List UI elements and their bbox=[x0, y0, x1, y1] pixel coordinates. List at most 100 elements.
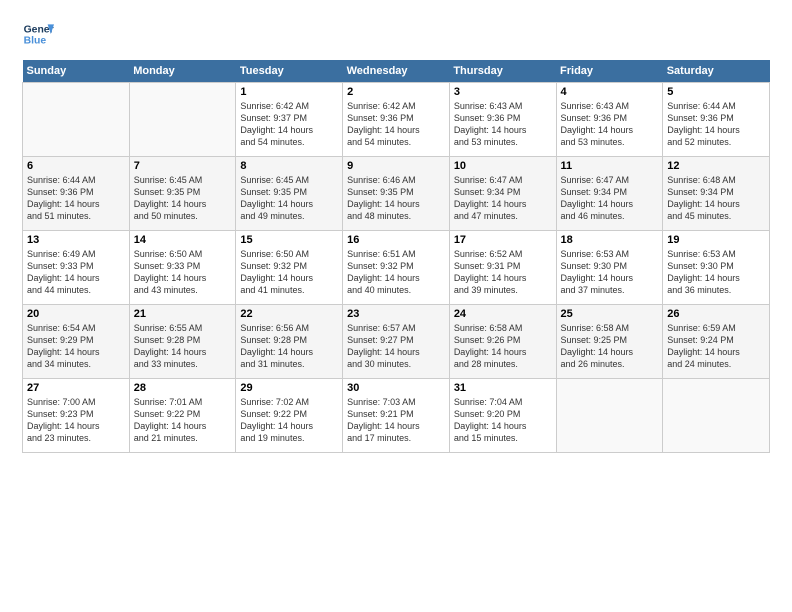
day-number: 2 bbox=[347, 86, 445, 98]
day-info: Sunrise: 6:50 AM Sunset: 9:33 PM Dayligh… bbox=[134, 248, 232, 297]
calendar-cell: 29 Sunrise: 7:02 AM Sunset: 9:22 PM Dayli… bbox=[236, 379, 343, 453]
calendar-cell: 17 Sunrise: 6:52 AM Sunset: 9:31 PM Dayli… bbox=[449, 231, 556, 305]
week-row-0: 1Sunrise: 6:42 AM Sunset: 9:37 PM Daylig… bbox=[23, 83, 770, 157]
calendar-cell bbox=[23, 83, 130, 157]
calendar-body: 1Sunrise: 6:42 AM Sunset: 9:37 PM Daylig… bbox=[23, 83, 770, 453]
day-info: Sunrise: 6:46 AM Sunset: 9:35 PM Dayligh… bbox=[347, 174, 445, 223]
calendar-cell: 13 Sunrise: 6:49 AM Sunset: 9:33 PM Dayli… bbox=[23, 231, 130, 305]
calendar-cell: 11 Sunrise: 6:47 AM Sunset: 9:34 PM Dayli… bbox=[556, 157, 663, 231]
day-info: Sunrise: 6:47 AM Sunset: 9:34 PM Dayligh… bbox=[561, 174, 659, 223]
day-info: Sunrise: 6:47 AM Sunset: 9:34 PM Dayligh… bbox=[454, 174, 552, 223]
day-number: 5 bbox=[667, 86, 765, 98]
day-number: 16 bbox=[347, 234, 445, 246]
header-tuesday: Tuesday bbox=[236, 60, 343, 83]
calendar-cell: 8 Sunrise: 6:45 AM Sunset: 9:35 PM Daylig… bbox=[236, 157, 343, 231]
day-info: Sunrise: 6:54 AM Sunset: 9:29 PM Dayligh… bbox=[27, 322, 125, 371]
calendar-cell: 14 Sunrise: 6:50 AM Sunset: 9:33 PM Dayli… bbox=[129, 231, 236, 305]
day-info: Sunrise: 7:03 AM Sunset: 9:21 PM Dayligh… bbox=[347, 396, 445, 445]
logo: General Blue bbox=[22, 18, 54, 50]
day-info: Sunrise: 6:42 AM Sunset: 9:36 PM Dayligh… bbox=[347, 100, 445, 149]
day-info: Sunrise: 6:53 AM Sunset: 9:30 PM Dayligh… bbox=[561, 248, 659, 297]
day-number: 22 bbox=[240, 308, 338, 320]
day-number: 21 bbox=[134, 308, 232, 320]
calendar-cell bbox=[556, 379, 663, 453]
calendar-cell: 12 Sunrise: 6:48 AM Sunset: 9:34 PM Dayli… bbox=[663, 157, 770, 231]
calendar-cell: 9 Sunrise: 6:46 AM Sunset: 9:35 PM Daylig… bbox=[343, 157, 450, 231]
week-row-1: 6Sunrise: 6:44 AM Sunset: 9:36 PM Daylig… bbox=[23, 157, 770, 231]
day-number: 7 bbox=[134, 160, 232, 172]
day-number: 11 bbox=[561, 160, 659, 172]
calendar-cell: 30 Sunrise: 7:03 AM Sunset: 9:21 PM Dayli… bbox=[343, 379, 450, 453]
calendar-cell bbox=[129, 83, 236, 157]
day-number: 19 bbox=[667, 234, 765, 246]
calendar-cell bbox=[663, 379, 770, 453]
day-number: 3 bbox=[454, 86, 552, 98]
day-info: Sunrise: 7:01 AM Sunset: 9:22 PM Dayligh… bbox=[134, 396, 232, 445]
day-number: 29 bbox=[240, 382, 338, 394]
day-info: Sunrise: 6:43 AM Sunset: 9:36 PM Dayligh… bbox=[561, 100, 659, 149]
calendar-header: SundayMondayTuesdayWednesdayThursdayFrid… bbox=[23, 60, 770, 83]
day-info: Sunrise: 6:49 AM Sunset: 9:33 PM Dayligh… bbox=[27, 248, 125, 297]
day-info: Sunrise: 6:44 AM Sunset: 9:36 PM Dayligh… bbox=[667, 100, 765, 149]
calendar-cell: 19Sunrise: 6:53 AM Sunset: 9:30 PM Dayli… bbox=[663, 231, 770, 305]
day-info: Sunrise: 6:55 AM Sunset: 9:28 PM Dayligh… bbox=[134, 322, 232, 371]
header-sunday: Sunday bbox=[23, 60, 130, 83]
day-info: Sunrise: 6:58 AM Sunset: 9:26 PM Dayligh… bbox=[454, 322, 552, 371]
calendar-cell: 18 Sunrise: 6:53 AM Sunset: 9:30 PM Dayli… bbox=[556, 231, 663, 305]
day-number: 18 bbox=[561, 234, 659, 246]
day-info: Sunrise: 6:45 AM Sunset: 9:35 PM Dayligh… bbox=[134, 174, 232, 223]
calendar-cell: 27Sunrise: 7:00 AM Sunset: 9:23 PM Dayli… bbox=[23, 379, 130, 453]
day-info: Sunrise: 6:51 AM Sunset: 9:32 PM Dayligh… bbox=[347, 248, 445, 297]
calendar-cell: 25 Sunrise: 6:58 AM Sunset: 9:25 PM Dayli… bbox=[556, 305, 663, 379]
day-number: 10 bbox=[454, 160, 552, 172]
day-number: 6 bbox=[27, 160, 125, 172]
calendar-cell: 1Sunrise: 6:42 AM Sunset: 9:37 PM Daylig… bbox=[236, 83, 343, 157]
day-number: 12 bbox=[667, 160, 765, 172]
day-number: 14 bbox=[134, 234, 232, 246]
calendar-cell: 20Sunrise: 6:54 AM Sunset: 9:29 PM Dayli… bbox=[23, 305, 130, 379]
calendar-cell: 3Sunrise: 6:43 AM Sunset: 9:36 PM Daylig… bbox=[449, 83, 556, 157]
day-number: 13 bbox=[27, 234, 125, 246]
day-number: 17 bbox=[454, 234, 552, 246]
day-info: Sunrise: 7:04 AM Sunset: 9:20 PM Dayligh… bbox=[454, 396, 552, 445]
header-row: SundayMondayTuesdayWednesdayThursdayFrid… bbox=[23, 60, 770, 83]
day-number: 28 bbox=[134, 382, 232, 394]
day-number: 15 bbox=[240, 234, 338, 246]
calendar-cell: 24 Sunrise: 6:58 AM Sunset: 9:26 PM Dayli… bbox=[449, 305, 556, 379]
header-thursday: Thursday bbox=[449, 60, 556, 83]
day-info: Sunrise: 6:42 AM Sunset: 9:37 PM Dayligh… bbox=[240, 100, 338, 149]
day-number: 24 bbox=[454, 308, 552, 320]
calendar-cell: 7 Sunrise: 6:45 AM Sunset: 9:35 PM Daylig… bbox=[129, 157, 236, 231]
day-info: Sunrise: 6:58 AM Sunset: 9:25 PM Dayligh… bbox=[561, 322, 659, 371]
day-info: Sunrise: 6:57 AM Sunset: 9:27 PM Dayligh… bbox=[347, 322, 445, 371]
calendar-cell: 15 Sunrise: 6:50 AM Sunset: 9:32 PM Dayli… bbox=[236, 231, 343, 305]
calendar-cell: 4 Sunrise: 6:43 AM Sunset: 9:36 PM Daylig… bbox=[556, 83, 663, 157]
day-info: Sunrise: 6:59 AM Sunset: 9:24 PM Dayligh… bbox=[667, 322, 765, 371]
day-number: 8 bbox=[240, 160, 338, 172]
day-number: 25 bbox=[561, 308, 659, 320]
calendar-cell: 23Sunrise: 6:57 AM Sunset: 9:27 PM Dayli… bbox=[343, 305, 450, 379]
week-row-2: 13 Sunrise: 6:49 AM Sunset: 9:33 PM Dayli… bbox=[23, 231, 770, 305]
week-row-3: 20Sunrise: 6:54 AM Sunset: 9:29 PM Dayli… bbox=[23, 305, 770, 379]
calendar-cell: 2 Sunrise: 6:42 AM Sunset: 9:36 PM Daylig… bbox=[343, 83, 450, 157]
calendar-cell: 28 Sunrise: 7:01 AM Sunset: 9:22 PM Dayli… bbox=[129, 379, 236, 453]
svg-text:Blue: Blue bbox=[24, 36, 47, 47]
day-number: 31 bbox=[454, 382, 552, 394]
day-info: Sunrise: 6:52 AM Sunset: 9:31 PM Dayligh… bbox=[454, 248, 552, 297]
calendar-cell: 31 Sunrise: 7:04 AM Sunset: 9:20 PM Dayli… bbox=[449, 379, 556, 453]
calendar-cell: 21 Sunrise: 6:55 AM Sunset: 9:28 PM Dayli… bbox=[129, 305, 236, 379]
calendar-cell: 16 Sunrise: 6:51 AM Sunset: 9:32 PM Dayli… bbox=[343, 231, 450, 305]
day-number: 4 bbox=[561, 86, 659, 98]
day-info: Sunrise: 6:45 AM Sunset: 9:35 PM Dayligh… bbox=[240, 174, 338, 223]
header-saturday: Saturday bbox=[663, 60, 770, 83]
header-wednesday: Wednesday bbox=[343, 60, 450, 83]
day-number: 30 bbox=[347, 382, 445, 394]
day-info: Sunrise: 7:02 AM Sunset: 9:22 PM Dayligh… bbox=[240, 396, 338, 445]
day-number: 9 bbox=[347, 160, 445, 172]
calendar-cell: 10 Sunrise: 6:47 AM Sunset: 9:34 PM Dayli… bbox=[449, 157, 556, 231]
day-info: Sunrise: 6:48 AM Sunset: 9:34 PM Dayligh… bbox=[667, 174, 765, 223]
day-info: Sunrise: 7:00 AM Sunset: 9:23 PM Dayligh… bbox=[27, 396, 125, 445]
header-friday: Friday bbox=[556, 60, 663, 83]
day-info: Sunrise: 6:50 AM Sunset: 9:32 PM Dayligh… bbox=[240, 248, 338, 297]
page-header: General Blue bbox=[22, 18, 770, 50]
